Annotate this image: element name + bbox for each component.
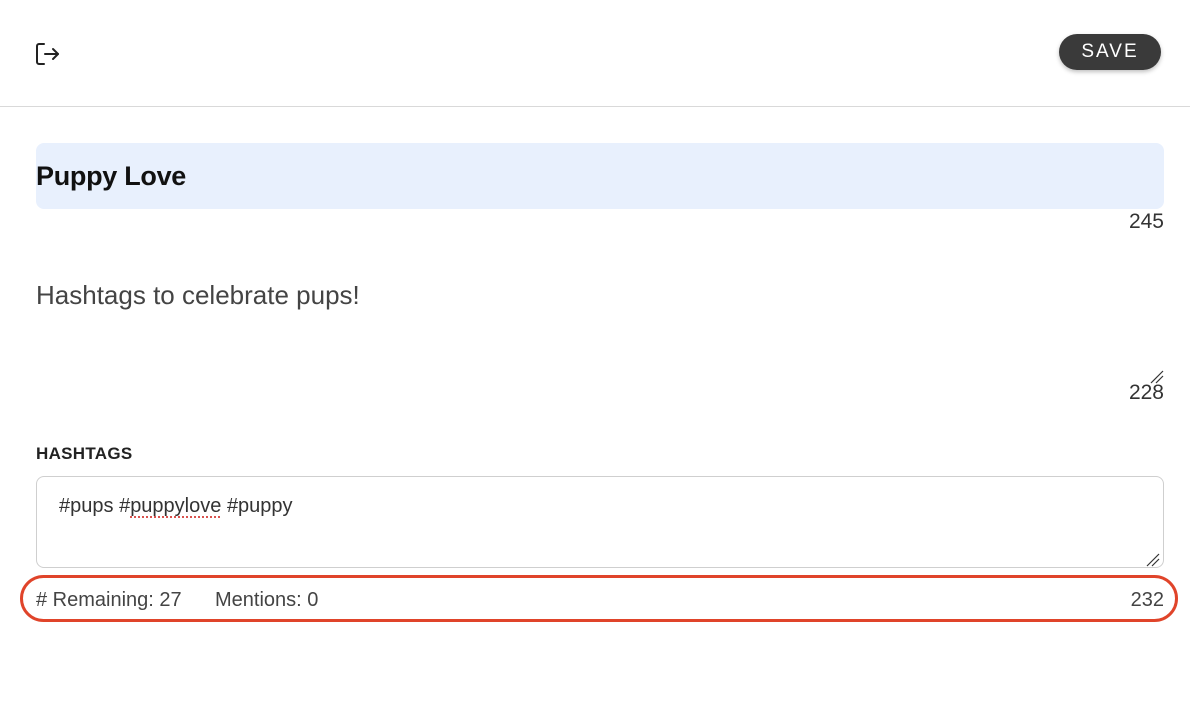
description-char-counter: 228 xyxy=(1128,381,1164,404)
hashtags-char-counter: 232 xyxy=(1130,589,1164,611)
hashtag-item: #pups xyxy=(59,495,114,517)
title-input[interactable]: Puppy Love xyxy=(36,143,1164,209)
top-toolbar: SAVE xyxy=(0,0,1190,107)
hashtag-item: #puppy xyxy=(226,495,293,517)
resize-handle-icon[interactable] xyxy=(1146,550,1160,567)
logout-icon[interactable] xyxy=(34,40,62,68)
mentions-count: Mentions: 0 xyxy=(215,589,319,611)
hashtag-item-misspelled: puppylove xyxy=(130,495,222,517)
description-value: Hashtags to celebrate pups! xyxy=(36,280,360,310)
resize-handle-icon[interactable] xyxy=(1150,360,1164,384)
hashtags-remaining-count: # Remaining: 27 xyxy=(36,589,182,611)
title-char-counter: 245 xyxy=(1128,210,1164,233)
save-button[interactable]: SAVE xyxy=(1059,34,1161,70)
title-value: Puppy Love xyxy=(36,160,187,191)
hashtag-stats-row: # Remaining: 27 Mentions: 0 232 xyxy=(20,575,1178,622)
description-textarea[interactable]: Hashtags to celebrate pups! xyxy=(36,280,1164,384)
hashtags-section-label: HASHTAGS xyxy=(36,444,133,463)
hashtags-textarea[interactable]: #pups #puppylove #puppy xyxy=(36,476,1164,568)
